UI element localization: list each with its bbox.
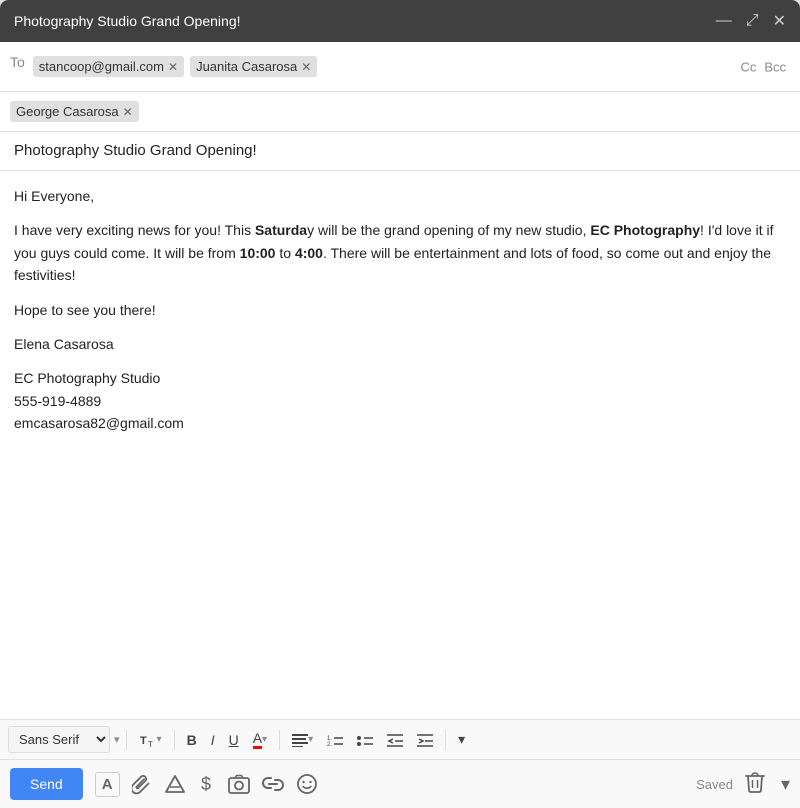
more-formatting-button[interactable]: ▾ bbox=[452, 727, 471, 752]
signature-studio: EC Photography Studio bbox=[14, 367, 786, 389]
toolbar-sep-1 bbox=[126, 730, 127, 750]
signature-name: Elena Casarosa bbox=[14, 333, 786, 355]
svg-text:T: T bbox=[140, 735, 147, 747]
indent-less-icon bbox=[387, 733, 403, 747]
bullet-list-icon bbox=[357, 733, 373, 747]
bullet-list-button[interactable] bbox=[351, 729, 379, 751]
underline-button[interactable]: U bbox=[223, 728, 245, 752]
indent-more-button[interactable] bbox=[411, 729, 439, 751]
align-arrow: ▾ bbox=[308, 734, 313, 745]
more-options-button[interactable]: ▾ bbox=[781, 774, 790, 795]
underline-icon: U bbox=[229, 732, 239, 748]
minimize-button[interactable]: — bbox=[716, 12, 732, 30]
discard-button[interactable] bbox=[745, 771, 765, 798]
toolbar-sep-3 bbox=[279, 730, 280, 750]
font-size-button[interactable]: T T ▾ bbox=[133, 727, 168, 753]
compose-window: Photography Studio Grand Opening! — ⤢ ✕ … bbox=[0, 0, 800, 808]
window-title: Photography Studio Grand Opening! bbox=[14, 13, 241, 29]
insert-link-button[interactable] bbox=[262, 775, 284, 793]
bold-time-start: 10:00 bbox=[240, 245, 276, 261]
recipients-area-2: George Casarosa ✕ bbox=[10, 101, 790, 122]
chip-remove-3[interactable]: ✕ bbox=[123, 106, 133, 118]
window-controls: — ⤢ ✕ bbox=[716, 11, 786, 31]
chip-label-2: Juanita Casarosa bbox=[196, 59, 297, 74]
emoji-icon bbox=[296, 773, 318, 795]
font-size-arrow: ▾ bbox=[157, 734, 162, 745]
trash-icon bbox=[745, 771, 765, 793]
chip-remove-2[interactable]: ✕ bbox=[301, 61, 311, 73]
to-section-row1: To stancoop@gmail.com ✕ Juanita Casarosa… bbox=[0, 42, 800, 92]
recipient-chip-2[interactable]: Juanita Casarosa ✕ bbox=[190, 56, 317, 77]
bold-button[interactable]: B bbox=[181, 728, 203, 752]
insert-money-button[interactable]: $ bbox=[198, 773, 216, 795]
camera-icon bbox=[228, 774, 250, 794]
body-paragraph-2: Hope to see you there! bbox=[14, 299, 786, 321]
body-section[interactable]: Hi Everyone, I have very exciting news f… bbox=[0, 171, 800, 719]
toolbar-sep-2 bbox=[174, 730, 175, 750]
body-paragraph-1: I have very exciting news for you! This … bbox=[14, 219, 786, 286]
bold-icon: B bbox=[187, 732, 197, 748]
bottom-bar: Send A $ bbox=[0, 759, 800, 808]
formatting-toolbar: Sans Serif Serif Monospace ▾ T T ▾ B I U… bbox=[0, 719, 800, 759]
saved-indicator: Saved bbox=[696, 777, 733, 792]
greeting: Hi Everyone, bbox=[14, 185, 786, 207]
bold-time-end: 4:00 bbox=[295, 245, 323, 261]
paperclip-icon bbox=[132, 773, 152, 795]
chip-label-3: George Casarosa bbox=[16, 104, 119, 119]
cc-button[interactable]: Cc bbox=[740, 59, 756, 74]
signature-phone: 555-919-4889 bbox=[14, 390, 786, 412]
indent-more-icon bbox=[417, 733, 433, 747]
bold-ec-photography: EC Photography bbox=[590, 222, 700, 238]
font-color-button[interactable]: A ▾ bbox=[247, 727, 273, 753]
more-options-icon: ▾ bbox=[781, 774, 790, 794]
format-text-button[interactable]: A bbox=[95, 772, 120, 797]
recipients-area: stancoop@gmail.com ✕ Juanita Casarosa ✕ bbox=[33, 56, 790, 77]
font-color-arrow: ▾ bbox=[262, 734, 267, 745]
drive-icon bbox=[164, 774, 186, 794]
dollar-icon: $ bbox=[198, 773, 216, 795]
format-text-icon: A bbox=[102, 776, 113, 793]
cc-bcc-area: Cc Bcc bbox=[740, 59, 786, 74]
numbered-list-icon: 1. 2. bbox=[327, 733, 343, 747]
signature-block: EC Photography Studio 555-919-4889 emcas… bbox=[14, 367, 786, 434]
numbered-list-button[interactable]: 1. 2. bbox=[321, 729, 349, 751]
font-color-icon: A bbox=[253, 731, 262, 749]
align-button[interactable]: ▾ bbox=[286, 729, 319, 751]
subject-text: Photography Studio Grand Opening! bbox=[14, 142, 257, 159]
italic-button[interactable]: I bbox=[205, 728, 221, 752]
title-bar: Photography Studio Grand Opening! — ⤢ ✕ bbox=[0, 0, 800, 42]
insert-photo-button[interactable] bbox=[228, 774, 250, 794]
close-button[interactable]: ✕ bbox=[773, 11, 786, 31]
to-label: To bbox=[10, 50, 25, 70]
maximize-button[interactable]: ⤢ bbox=[746, 12, 759, 30]
attach-button[interactable] bbox=[132, 773, 152, 795]
insert-emoji-button[interactable] bbox=[296, 773, 318, 795]
recipient-chip-1[interactable]: stancoop@gmail.com ✕ bbox=[33, 56, 184, 77]
italic-icon: I bbox=[211, 732, 215, 748]
font-family-arrow: ▾ bbox=[114, 733, 120, 746]
google-drive-button[interactable] bbox=[164, 774, 186, 794]
svg-text:2.: 2. bbox=[327, 742, 332, 747]
bold-saturday: Saturda bbox=[255, 222, 307, 238]
link-icon bbox=[262, 775, 284, 793]
svg-text:T: T bbox=[148, 740, 153, 749]
svg-text:$: $ bbox=[201, 774, 211, 794]
to-section-row2: George Casarosa ✕ bbox=[0, 92, 800, 132]
chip-remove-1[interactable]: ✕ bbox=[168, 61, 178, 73]
align-icon bbox=[292, 733, 308, 747]
toolbar-sep-4 bbox=[445, 730, 446, 750]
indent-less-button[interactable] bbox=[381, 729, 409, 751]
signature-email: emcasarosa82@gmail.com bbox=[14, 412, 786, 434]
font-size-icon: T T bbox=[139, 731, 157, 749]
send-button[interactable]: Send bbox=[10, 768, 83, 800]
subject-section[interactable]: Photography Studio Grand Opening! bbox=[0, 132, 800, 171]
bcc-button[interactable]: Bcc bbox=[764, 59, 786, 74]
more-formatting-icon: ▾ bbox=[458, 731, 465, 748]
font-family-select[interactable]: Sans Serif Serif Monospace bbox=[8, 726, 110, 753]
recipient-chip-3[interactable]: George Casarosa ✕ bbox=[10, 101, 139, 122]
chip-label-1: stancoop@gmail.com bbox=[39, 59, 164, 74]
